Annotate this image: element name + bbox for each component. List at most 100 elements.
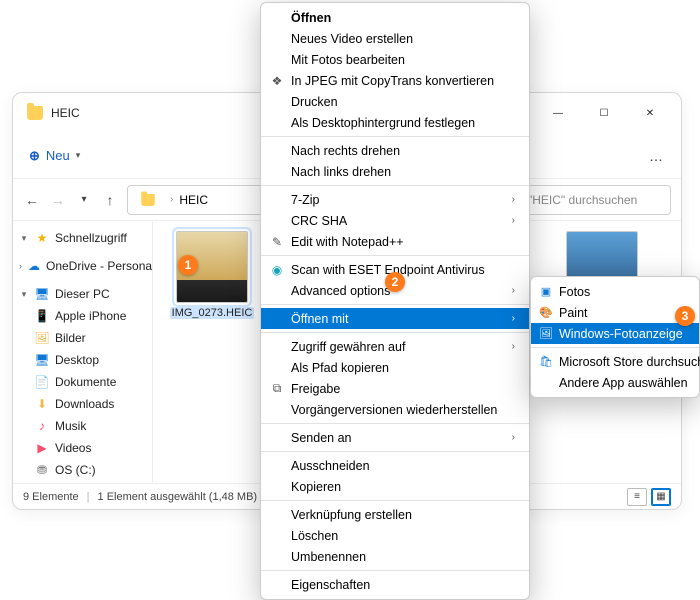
- store-icon: 🛍: [538, 355, 554, 368]
- new-button-label: Neu: [46, 148, 70, 163]
- menu-item-grant-access[interactable]: Zugriff gewähren auf›: [261, 336, 529, 357]
- menu-item-new-video[interactable]: Neues Video erstellen: [261, 28, 529, 49]
- cloud-icon: ☁: [28, 259, 40, 273]
- menu-item-notepad[interactable]: ✎Edit with Notepad++: [261, 231, 529, 252]
- sidebar-item-downloads[interactable]: ⬇ Downloads: [13, 393, 152, 415]
- menu-item-set-background[interactable]: Als Desktophintergrund festlegen: [261, 112, 529, 133]
- sidebar-item-quickaccess[interactable]: ▾★Schnellzugriff: [13, 227, 152, 249]
- menu-item-cut[interactable]: Ausschneiden: [261, 455, 529, 476]
- download-icon: ⬇: [35, 397, 49, 411]
- submenu-item-windows-fotoanzeige[interactable]: 🖼Windows-Fotoanzeige: [531, 323, 699, 344]
- submenu-item-fotos[interactable]: ▣Fotos: [531, 281, 699, 302]
- new-button[interactable]: ⊕ Neu ▾: [23, 144, 86, 168]
- menu-item-print[interactable]: Drucken: [261, 91, 529, 112]
- nav-forward-button[interactable]: →: [49, 192, 67, 208]
- menu-item-copy-path[interactable]: Als Pfad kopieren: [261, 357, 529, 378]
- chevron-right-icon: ›: [512, 341, 515, 352]
- minimize-button[interactable]: —: [535, 98, 581, 128]
- paint-app-icon: 🎨: [538, 306, 554, 319]
- nav-back-button[interactable]: ←: [23, 192, 41, 208]
- sidebar-item-onedrive[interactable]: ›☁OneDrive - Persona…: [13, 255, 152, 277]
- sidebar-item-music[interactable]: ♪ Musik: [13, 415, 152, 437]
- chevron-right-icon: ›: [512, 313, 515, 324]
- sidebar-item-osdrive[interactable]: ⛃ OS (C:): [13, 459, 152, 481]
- sidebar-item-label: OS (C:): [55, 463, 96, 477]
- desktop-icon: 🖥: [35, 353, 49, 367]
- chevron-right-icon: ›: [170, 194, 173, 205]
- shield-icon: ◉: [269, 263, 285, 277]
- computer-icon: 🖥: [35, 287, 49, 301]
- sidebar-item-label: Downloads: [55, 397, 114, 411]
- menu-item-previous-versions[interactable]: Vorgängerversionen wiederherstellen: [261, 399, 529, 420]
- menu-item-copy[interactable]: Kopieren: [261, 476, 529, 497]
- menu-item-edit-photos[interactable]: Mit Fotos bearbeiten: [261, 49, 529, 70]
- menu-item-properties[interactable]: Eigenschaften: [261, 574, 529, 595]
- sidebar-item-label: Musik: [55, 419, 86, 433]
- annotation-badge-1: 1: [178, 255, 198, 275]
- chevron-down-icon: ▾: [76, 150, 81, 161]
- menu-item-open-with[interactable]: Öffnen mit›: [261, 308, 529, 329]
- sidebar-item-label: Dokumente: [55, 375, 116, 389]
- status-selection: 1 Element ausgewählt (1,48 MB): [98, 491, 258, 503]
- menu-item-crcsha[interactable]: CRC SHA›: [261, 210, 529, 231]
- status-count: 9 Elemente: [23, 491, 79, 503]
- folder-icon: [27, 106, 43, 120]
- chevron-right-icon: ›: [512, 194, 515, 205]
- music-icon: ♪: [35, 419, 49, 433]
- window-title: HEIC: [51, 106, 80, 120]
- plus-icon: ⊕: [29, 148, 40, 164]
- search-input[interactable]: "HEIC" durchsuchen: [521, 185, 671, 215]
- breadcrumb-item[interactable]: HEIC: [179, 193, 208, 207]
- sidebar-item-label: Dieser PC: [55, 287, 110, 301]
- file-item[interactable]: IMG_0273.HEIC: [167, 231, 257, 319]
- menu-item-send-to[interactable]: Senden an›: [261, 427, 529, 448]
- maximize-button[interactable]: ☐: [581, 98, 627, 128]
- sidebar-item-pictures[interactable]: 🖼 Bilder: [13, 327, 152, 349]
- annotation-badge-2: 2: [385, 272, 405, 292]
- menu-item-share[interactable]: ⧉Freigabe: [261, 378, 529, 399]
- close-button[interactable]: ✕: [627, 98, 673, 128]
- sidebar-item-desktop[interactable]: 🖥 Desktop: [13, 349, 152, 371]
- menu-item-open[interactable]: Öffnen: [261, 7, 529, 28]
- menu-item-delete[interactable]: Löschen: [261, 525, 529, 546]
- phone-icon: 📱: [35, 309, 49, 323]
- window-controls: — ☐ ✕: [535, 98, 673, 128]
- folder-icon: [141, 194, 155, 206]
- notepad-icon: ✎: [269, 235, 285, 249]
- navigation-pane: ▾★Schnellzugriff ›☁OneDrive - Persona… ▾…: [13, 221, 153, 483]
- document-icon: 📄: [35, 375, 49, 389]
- sidebar-item-thispc[interactable]: ▾🖥Dieser PC: [13, 283, 152, 305]
- search-placeholder: "HEIC" durchsuchen: [528, 193, 637, 207]
- view-grid-button[interactable]: ▦: [651, 488, 671, 506]
- sidebar-item-label: Videos: [55, 441, 91, 455]
- more-button[interactable]: …: [643, 144, 671, 168]
- chevron-right-icon: ›: [512, 432, 515, 443]
- menu-item-rename[interactable]: Umbenennen: [261, 546, 529, 567]
- sidebar-item-label: Bilder: [55, 331, 86, 345]
- view-list-button[interactable]: ≡: [627, 488, 647, 506]
- nav-up-button[interactable]: ↑: [101, 192, 119, 208]
- sidebar-item-label: Desktop: [55, 353, 99, 367]
- sidebar-item-iphone[interactable]: 📱Apple iPhone: [13, 305, 152, 327]
- menu-item-copytrans[interactable]: ❖In JPEG mit CopyTrans konvertieren: [261, 70, 529, 91]
- menu-item-shortcut[interactable]: Verknüpfung erstellen: [261, 504, 529, 525]
- menu-item-7zip[interactable]: 7-Zip›: [261, 189, 529, 210]
- photos-app-icon: ▣: [538, 285, 554, 298]
- submenu-item-paint[interactable]: 🎨Paint: [531, 302, 699, 323]
- sidebar-item-documents[interactable]: 📄 Dokumente: [13, 371, 152, 393]
- sidebar-item-label: OneDrive - Persona…: [46, 259, 153, 273]
- disk-icon: ⛃: [35, 463, 49, 477]
- open-with-submenu: ▣Fotos 🎨Paint 🖼Windows-Fotoanzeige 🛍Micr…: [530, 276, 700, 398]
- folder-icon: 🖼: [35, 331, 49, 345]
- sidebar-item-label: Schnellzugriff: [55, 231, 127, 245]
- share-icon: ⧉: [269, 381, 285, 396]
- menu-item-rotate-right[interactable]: Nach rechts drehen: [261, 140, 529, 161]
- chevron-right-icon: ›: [512, 285, 515, 296]
- sidebar-item-videos[interactable]: ▶Videos: [13, 437, 152, 459]
- annotation-badge-3: 3: [675, 306, 695, 326]
- star-icon: ★: [35, 231, 49, 245]
- chevron-down-icon[interactable]: ▾: [75, 194, 93, 205]
- menu-item-rotate-left[interactable]: Nach links drehen: [261, 161, 529, 182]
- submenu-item-choose-app[interactable]: Andere App auswählen: [531, 372, 699, 393]
- submenu-item-store[interactable]: 🛍Microsoft Store durchsuchen: [531, 351, 699, 372]
